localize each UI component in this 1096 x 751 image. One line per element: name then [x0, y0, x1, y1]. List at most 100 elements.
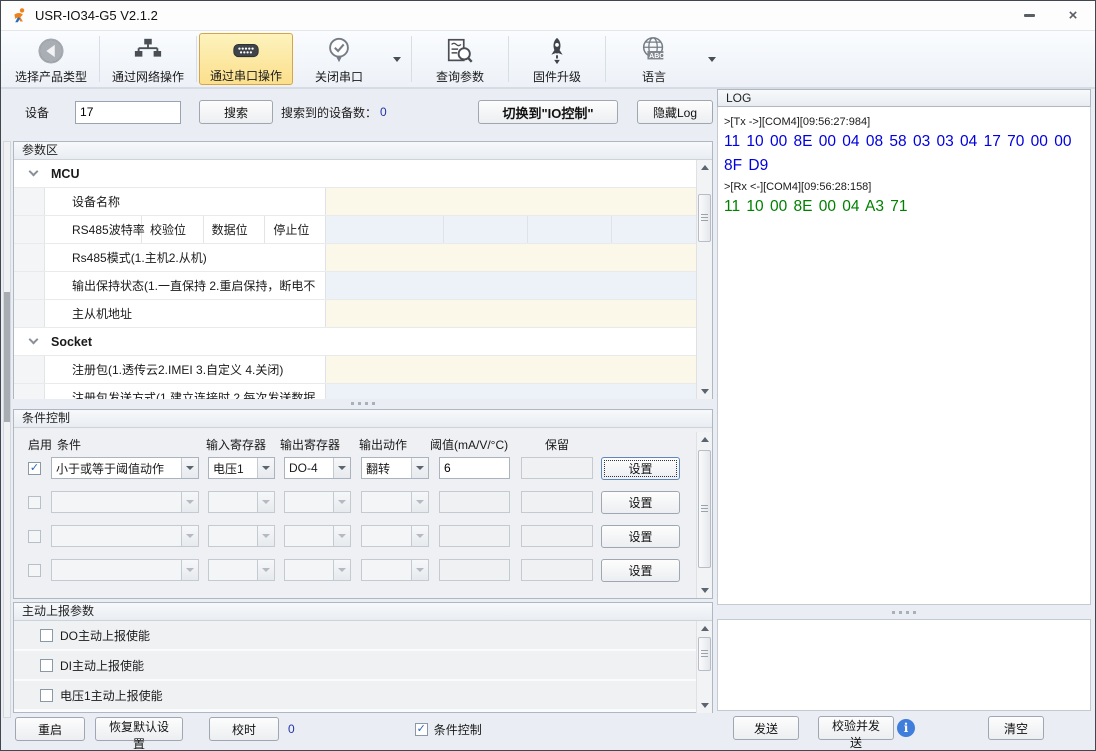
condition-select[interactable] [51, 525, 199, 547]
switch-io-control-button[interactable]: 切换到"IO控制" [478, 100, 618, 124]
param-value-cell[interactable] [326, 300, 696, 327]
log-meta-line: >[Rx <-][COM4][09:56:28:158] [724, 181, 1084, 193]
set-button[interactable]: 设置 [601, 491, 680, 514]
language-dropdown[interactable] [700, 31, 724, 87]
left-scrollbar[interactable] [3, 141, 11, 718]
report-row-do[interactable]: DO主动上报使能 [14, 621, 696, 651]
minimize-button[interactable] [1007, 1, 1051, 30]
dropdown-arrow-icon[interactable] [411, 458, 428, 478]
section-row-mcu[interactable]: MCU [14, 160, 696, 188]
output-action-select[interactable]: 翻转 [361, 457, 429, 479]
enable-checkbox[interactable] [28, 564, 41, 577]
clear-log-button[interactable]: 清空 [988, 716, 1044, 740]
param-row-reg-packet[interactable]: 注册包(1.透传云2.IMEI 3.自定义 4.关闭) [14, 356, 696, 384]
scroll-down-icon[interactable] [697, 698, 712, 713]
param-row-device-name[interactable]: 设备名称 [14, 188, 696, 216]
log-rx-hex: 11 10 00 8E 00 04 A3 71 [724, 195, 1084, 219]
output-register-select[interactable]: DO-4 [284, 457, 351, 479]
input-register-select[interactable] [208, 491, 275, 513]
report-scrollbar[interactable] [696, 621, 712, 713]
enable-checkbox[interactable] [28, 496, 41, 509]
input-register-select[interactable]: 电压1 [208, 457, 275, 479]
scroll-up-icon[interactable] [697, 621, 712, 636]
param-row-rs485-mode[interactable]: Rs485模式(1.主机2.从机) [14, 244, 696, 272]
input-register-select[interactable] [208, 525, 275, 547]
output-register-select[interactable] [284, 491, 351, 513]
output-action-select[interactable] [361, 525, 429, 547]
left-scrollbar-thumb[interactable] [4, 292, 10, 422]
send-data-textarea[interactable] [717, 619, 1091, 711]
info-icon[interactable]: i [897, 719, 915, 737]
param-row-output-hold[interactable]: 输出保持状态(1.一直保持 2.重启保持，断电不 [14, 272, 696, 300]
output-action-select[interactable] [361, 559, 429, 581]
enable-checkbox[interactable] [28, 462, 41, 475]
log-splitter[interactable] [717, 605, 1091, 619]
param-value-cell[interactable] [326, 188, 696, 215]
minimize-icon [1024, 14, 1035, 17]
toolbar-serial-operate[interactable]: 通过串口操作 [199, 33, 293, 85]
toolbar-select-product[interactable]: 选择产品类型 [5, 31, 97, 87]
scroll-up-icon[interactable] [697, 432, 712, 447]
condition-control-panel: 条件控制 启用 条件 输入寄存器 输出寄存器 输出动作 阈值(mA/V/°C) … [13, 409, 713, 599]
output-action-select[interactable] [361, 491, 429, 513]
scrollbar-thumb[interactable] [698, 450, 711, 568]
scroll-down-icon[interactable] [697, 583, 712, 598]
condition-select[interactable] [51, 491, 199, 513]
close-button[interactable]: × [1051, 1, 1095, 30]
scroll-up-icon[interactable] [697, 160, 712, 175]
param-value-cell[interactable] [326, 384, 696, 399]
toolbar-firmware-upgrade[interactable]: 固件升级 [511, 31, 603, 87]
param-value-cells[interactable] [326, 216, 696, 243]
hide-log-button[interactable]: 隐藏Log [637, 100, 713, 124]
voltage1-report-checkbox[interactable] [40, 689, 53, 702]
report-row-voltage1[interactable]: 电压1主动上报使能 [14, 681, 696, 711]
dropdown-arrow-icon [257, 560, 274, 580]
do-report-checkbox[interactable] [40, 629, 53, 642]
scrollbar-thumb[interactable] [698, 194, 711, 242]
threshold-input[interactable] [439, 457, 510, 479]
parameters-scrollbar[interactable] [696, 160, 712, 399]
condition-control-toggle[interactable]: 条件控制 [415, 721, 482, 738]
input-register-select[interactable] [208, 559, 275, 581]
dropdown-arrow-icon[interactable] [333, 458, 350, 478]
param-value-cell[interactable] [326, 244, 696, 271]
dropdown-arrow-icon[interactable] [257, 458, 274, 478]
time-sync-button[interactable]: 校时 [209, 717, 279, 741]
device-label: 设备 [25, 104, 49, 121]
param-value-cell[interactable] [326, 356, 696, 383]
condition-select[interactable] [51, 559, 199, 581]
param-row-reg-packet-mode[interactable]: 注册包发送方式(1.建立连接时 2.每次发送数据 [14, 384, 696, 399]
col-header-threshold: 阈值(mA/V/°C) [430, 436, 508, 453]
restore-defaults-button[interactable]: 恢复默认设置 [95, 717, 183, 741]
param-row-rs485[interactable]: RS485波特率 校验位 数据位 停止位 [14, 216, 696, 244]
di-report-checkbox[interactable] [40, 659, 53, 672]
toolbar-query-params[interactable]: 查询参数 [414, 31, 506, 87]
send-button[interactable]: 发送 [733, 716, 799, 740]
search-button[interactable]: 搜索 [199, 100, 273, 124]
dropdown-arrow-icon[interactable] [181, 458, 198, 478]
output-register-select[interactable] [284, 559, 351, 581]
output-register-select[interactable] [284, 525, 351, 547]
condition-select[interactable]: 小于或等于阈值动作 [51, 457, 199, 479]
report-row-di[interactable]: DI主动上报使能 [14, 651, 696, 681]
toolbar-network-operate[interactable]: 通过网络操作 [102, 31, 194, 87]
set-button[interactable]: 设置 [601, 457, 680, 480]
param-row-master-slave-addr[interactable]: 主从机地址 [14, 300, 696, 328]
scroll-down-icon[interactable] [697, 384, 712, 399]
condition-scrollbar[interactable] [696, 432, 712, 598]
set-button[interactable]: 设置 [601, 525, 680, 548]
param-value-cell[interactable] [326, 272, 696, 299]
toolbar-close-serial[interactable]: 关闭串口 [293, 31, 385, 87]
toolbar-language[interactable]: ABC 语言 [608, 31, 700, 87]
enable-checkbox[interactable] [28, 530, 41, 543]
verify-send-button[interactable]: 校验并发送 [818, 716, 894, 740]
log-view[interactable]: >[Tx ->][COM4][09:56:27:984] 11 10 00 8E… [717, 107, 1091, 605]
device-input[interactable] [75, 101, 181, 124]
scrollbar-thumb[interactable] [698, 637, 711, 671]
restart-button[interactable]: 重启 [15, 717, 85, 741]
set-button[interactable]: 设置 [601, 559, 680, 582]
section-row-socket[interactable]: Socket [14, 328, 696, 356]
horizontal-splitter[interactable] [13, 399, 713, 408]
condition-control-checkbox[interactable] [415, 723, 428, 736]
close-serial-dropdown[interactable] [385, 31, 409, 87]
